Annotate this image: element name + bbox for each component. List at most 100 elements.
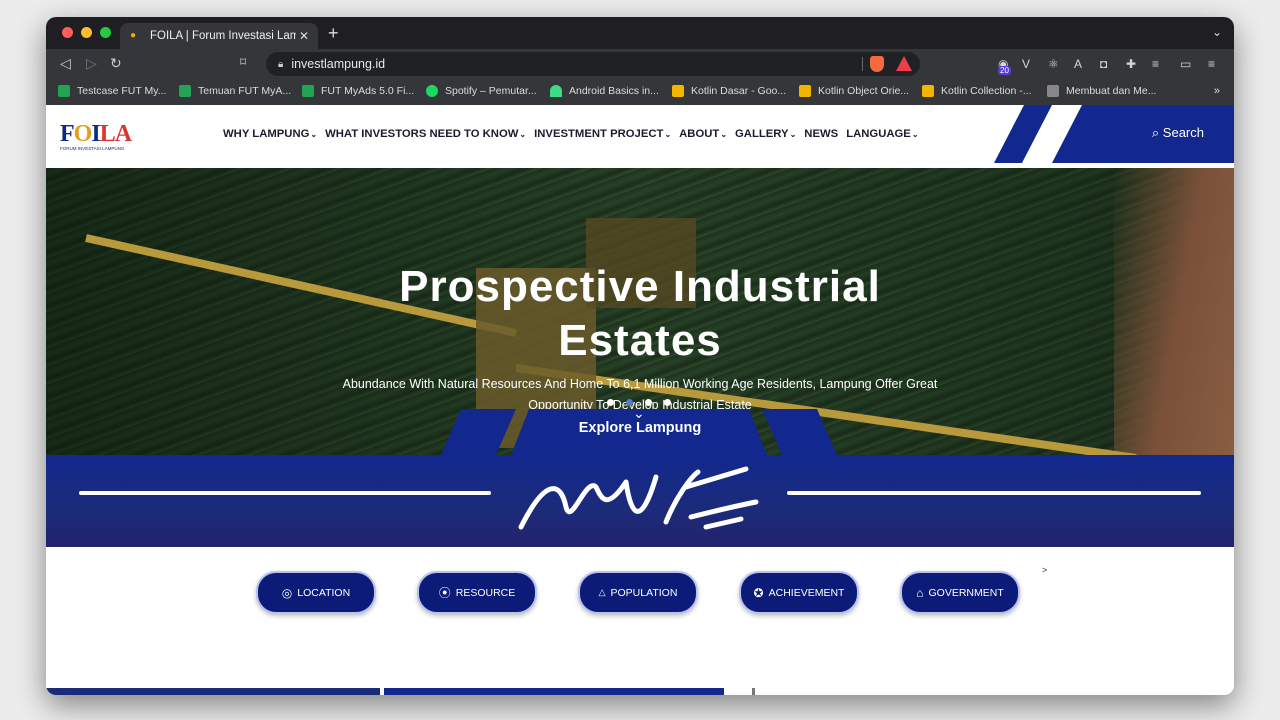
category-label: ACHIEVEMENT [768,586,845,599]
tab-close-icon[interactable]: ✕ [296,29,312,43]
maximize-window-button[interactable] [100,27,111,38]
extensions-puzzle-icon[interactable]: ✚ [1126,57,1136,71]
camera-icon[interactable]: ◘ [1100,57,1107,71]
extension-react-icon[interactable]: ⚛ [1048,57,1059,71]
bookmark-page-icon[interactable]: ⌑ [240,55,246,69]
reload-icon[interactable]: ↻ [110,55,122,72]
bookmark-label: FUT MyAds 5.0 Fi... [321,85,415,97]
sheets-icon [179,85,191,97]
slider-dot[interactable] [607,399,614,406]
chevron-down-icon: ⌄ [720,130,728,139]
back-icon[interactable]: ◁ [60,55,71,72]
tab-active[interactable]: ● FOILA | Forum Investasi Lampung ✕ [120,23,318,49]
menu-about[interactable]: ABOUT⌄ [679,128,727,140]
bookmark-label: Kotlin Object Orie... [818,85,910,97]
bookmark-label: Membuat dan Me... [1066,85,1157,97]
award-icon: ✪ [753,585,764,600]
bookmark-item[interactable]: Android Basics in... [550,85,659,97]
bookmark-item[interactable]: Kotlin Object Orie... [799,85,909,97]
menu-news[interactable]: NEWS [804,128,838,140]
omnibox-divider [862,57,863,71]
sheets-icon [302,85,314,97]
bookmark-item[interactable]: Kotlin Collection -... [922,85,1031,97]
lock-icon: 🔒︎ [278,58,284,70]
extension-badge: 20 [998,66,1011,75]
category-label: LOCATION [297,586,351,599]
category-location-button[interactable]: ◎ LOCATION [256,571,376,614]
browser-window: ● FOILA | Forum Investasi Lampung ✕ + ⌄ … [46,17,1234,695]
reading-list-icon[interactable]: ≡ [1152,57,1159,71]
menu-language[interactable]: LANGUAGE⌄ [846,128,918,140]
menu-label: NEWS [804,128,839,140]
divider-line-right [787,491,1201,495]
chevron-down-icon: ⌄ [664,130,672,139]
category-resource-button[interactable]: ⦿ RESOURCE [417,571,537,614]
foila-logo[interactable]: FOILA FORUM INVESTASI LAMPUNG [60,121,132,153]
category-government-button[interactable]: ⌂ GOVERNMENT [900,571,1020,614]
minimize-window-button[interactable] [81,27,92,38]
extension-a-icon[interactable]: A [1074,57,1082,71]
menu-label: GALLERY [735,128,789,140]
site-header: FOILA FORUM INVESTASI LAMPUNG WHY LAMPUN… [46,105,1234,168]
folder-icon [922,85,934,97]
government-building-icon: ⌂ [916,585,924,600]
tab-search-chevron-icon[interactable]: ⌄ [1212,25,1222,39]
address-bar[interactable]: 🔒︎ investlampung.id [266,52,920,76]
menu-what-investors[interactable]: WHAT INVESTORS NEED TO KNOW⌄ [325,128,526,140]
bookmark-item[interactable]: Spotify – Pemutar... [426,85,537,97]
sheets-icon [58,85,70,97]
divider-line-left [79,491,491,495]
category-label: RESOURCE [455,586,516,599]
bookmark-item[interactable]: Membuat dan Me... [1047,85,1156,97]
logo-f: F [60,121,75,147]
bookmark-item[interactable]: Testcase FUT My... [58,85,166,97]
spotify-icon [426,85,438,97]
bookmark-label: Temuan FUT MyA... [198,85,292,97]
bookmark-item[interactable]: Kotlin Dasar - Goo... [672,85,786,97]
category-population-button[interactable]: △ POPULATION [578,571,698,614]
website: FOILA FORUM INVESTASI LAMPUNG WHY LAMPUN… [46,105,1234,695]
slider-dot-active[interactable] [626,399,633,406]
folder-icon [799,85,811,97]
logo-subtitle: FORUM INVESTASI LAMPUNG [60,146,125,151]
wallet-icon[interactable]: ▭ [1180,57,1191,71]
category-achievement-button[interactable]: ✪ ACHIEVEMENT [739,571,859,614]
location-pin-icon: ◎ [281,585,293,600]
category-label: POPULATION [610,586,678,599]
logo-la: LA [99,121,132,147]
forward-icon[interactable]: ▷ [86,55,97,72]
menu-label: WHAT INVESTORS NEED TO KNOW [325,128,519,140]
explore-title: Explore Lampung [578,420,702,436]
brave-rewards-icon[interactable] [896,56,912,71]
bookmark-item[interactable]: Temuan FUT MyA... [179,85,291,97]
menu-investment-project[interactable]: INVESTMENT PROJECT⌄ [534,128,671,140]
hero-title: Prospective Industrial Estates [46,260,1234,368]
slider-dot[interactable] [645,399,652,406]
search-icon: ⌕ [1151,125,1160,140]
hero-title-line2: Estates [558,316,722,365]
logo-o: O [73,121,93,147]
bookmark-label: Android Basics in... [569,85,659,97]
menu-why-lampung[interactable]: WHY LAMPUNG⌄ [223,128,317,140]
bookmark-item[interactable]: FUT MyAds 5.0 Fi... [302,85,414,97]
extension-v-icon[interactable]: V [1022,57,1030,71]
folder-icon [672,85,684,97]
search-label: Search [1162,125,1204,140]
brave-shield-icon[interactable] [870,56,884,72]
slider-dot[interactable] [664,399,671,406]
new-tab-button[interactable]: + [328,23,339,44]
menu-gallery[interactable]: GALLERY⌄ [735,128,796,140]
browser-menu-icon[interactable]: ≡ [1208,57,1215,71]
more-bookmarks-button[interactable]: » [1214,85,1220,97]
page-icon [1047,85,1059,97]
resource-icon: ⦿ [438,586,451,600]
chevron-down-icon: ⌄ [911,130,919,139]
chevron-down-icon: ⌄ [310,130,318,139]
carousel-next-arrow[interactable]: > [1042,565,1047,575]
bookmark-label: Spotify – Pemutar... [445,85,537,97]
logo-wordmark: FOILA [60,121,132,148]
category-label: GOVERNMENT [928,586,1004,599]
search-button[interactable]: ⌕ Search [1152,125,1204,141]
close-window-button[interactable] [62,27,73,38]
menu-label: ABOUT [679,128,720,140]
